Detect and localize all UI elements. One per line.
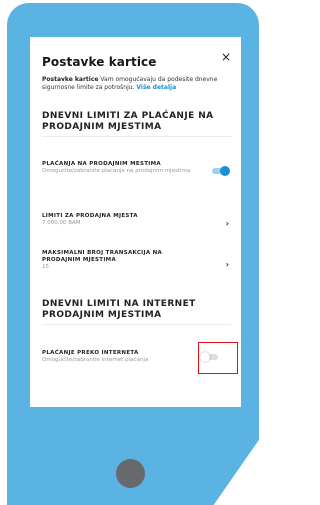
chevron-right-icon: › <box>225 260 229 269</box>
modal-title: Postavke kartice <box>42 55 157 69</box>
pos-payments-subtitle: Omogućite/zabranite plaćanje na prodajni… <box>42 168 191 174</box>
home-button[interactable] <box>116 459 145 488</box>
internet-payments-title: PLAĆANJE PREKO INTERNETA <box>42 350 139 356</box>
pos-max-transactions-title: MAKSIMALNI BROJ TRANSAKCIJA NA PRODAJNIM… <box>42 250 163 263</box>
card-settings-modal: Postavke kartice × Postavke kartice Vam … <box>30 37 241 407</box>
pos-max-transactions-row[interactable]: MAKSIMALNI BROJ TRANSAKCIJA NA PRODAJNIM… <box>42 250 231 271</box>
pos-limit-title: LIMITI ZA PRODAJNA MJESTA <box>42 213 138 219</box>
more-details-link[interactable]: Više detalja <box>136 84 176 91</box>
phone-edge-shadow <box>219 445 259 505</box>
section-divider <box>42 324 231 325</box>
pos-limit-value: 7.000,00 BAM <box>42 220 81 226</box>
intro-text: Postavke kartice Vam omogućavaju da pode… <box>42 76 234 91</box>
pos-limit-row[interactable]: LIMITI ZA PRODAJNA MJESTA 7.000,00 BAM › <box>42 213 231 228</box>
highlight-box <box>198 342 238 374</box>
section-divider <box>42 136 231 137</box>
pos-payments-row: PLAĆANJA NA PRODAJNIM MESTIMA Omogućite/… <box>42 161 231 176</box>
close-icon[interactable]: × <box>221 50 231 64</box>
internet-payments-subtitle: Omogućite/zabranite internet plaćanja <box>42 357 149 363</box>
pos-payments-title: PLAĆANJA NA PRODAJNIM MESTIMA <box>42 161 161 167</box>
pos-payments-toggle[interactable] <box>212 166 230 176</box>
intro-bold: Postavke kartice <box>42 76 99 83</box>
toggle-knob <box>220 166 230 176</box>
modal-header: Postavke kartice × <box>42 50 231 69</box>
pos-limits-heading: DNEVNI LIMITI ZA PLAĆANJE NA PRODAJNIM M… <box>42 111 214 132</box>
internet-limits-heading: DNEVNI LIMITI NA INTERNET PRODAJNIM MJES… <box>42 299 196 320</box>
stage: Postavke kartice × Postavke kartice Vam … <box>0 0 259 505</box>
pos-max-transactions-value: 15 <box>42 264 49 270</box>
chevron-right-icon: › <box>225 219 229 228</box>
